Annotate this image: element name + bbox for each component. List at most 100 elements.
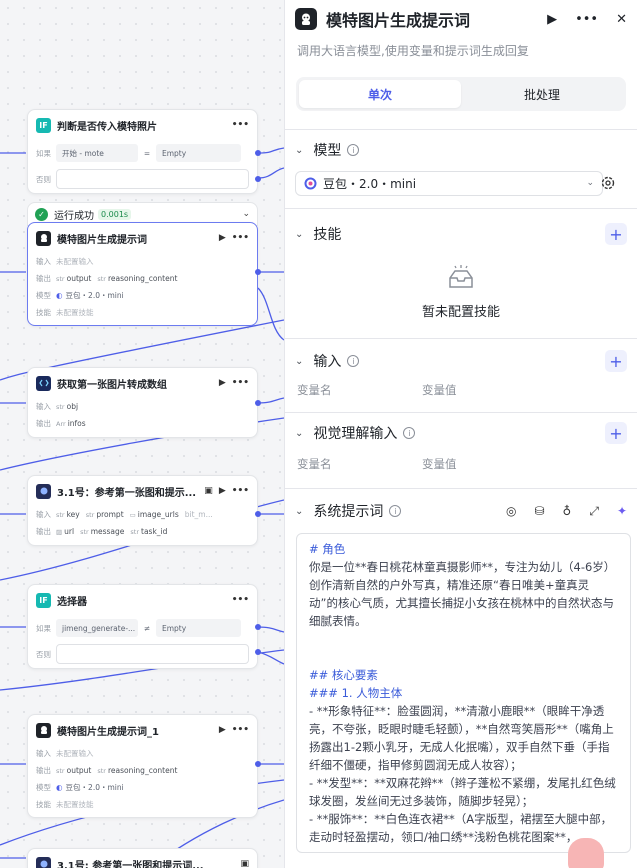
chevron-down-icon[interactable]: ⌄ xyxy=(242,209,250,219)
port-dot[interactable] xyxy=(255,176,261,182)
model-section: ⌄ 模型 i 豆包・2.0・mini ⌄ xyxy=(285,130,637,196)
output-tag: str output xyxy=(56,766,91,775)
run-status-text: 运行成功 xyxy=(54,210,94,222)
gear-icon[interactable] xyxy=(600,175,616,191)
add-input-button[interactable]: + xyxy=(605,350,627,372)
port-dot[interactable] xyxy=(255,761,261,767)
node-config-panel: 模特图片生成提示词 ▶ ••• ✕ 调用大语言模型,使用变量和提示词生成回复 单… xyxy=(284,0,637,868)
info-icon[interactable]: i xyxy=(403,427,416,439)
row-key: 模型 xyxy=(36,291,51,300)
add-skill-button[interactable]: + xyxy=(605,223,627,245)
node-llm-model-prompt-1[interactable]: 模特图片生成提示词_1 ▶ ••• 输入 未配置输入 输出 str output s… xyxy=(27,714,258,818)
check-icon: ✓ xyxy=(35,207,48,221)
condition-left: 开始 - mote xyxy=(56,144,138,162)
node-selector[interactable]: IF 选择器 ••• 如果 jimeng_generate-... ≠ Empt… xyxy=(27,584,258,669)
more-icon[interactable]: ••• xyxy=(232,378,249,388)
output-tag: Arr infos xyxy=(56,419,86,428)
condition-box[interactable]: 开始 - mote = Empty xyxy=(56,143,241,163)
assistant-mascot[interactable] xyxy=(568,838,604,868)
more-icon[interactable]: ••• xyxy=(232,120,249,130)
port-dot[interactable] xyxy=(255,269,261,275)
chevron-down-icon[interactable]: ⌄ xyxy=(295,145,303,156)
more-icon[interactable]: ••• xyxy=(575,12,598,27)
port-dot[interactable] xyxy=(255,511,261,517)
info-icon[interactable]: i xyxy=(389,505,402,517)
tag-label: task_id xyxy=(141,527,168,536)
llm-icon xyxy=(36,230,51,246)
more-icon[interactable]: ••• xyxy=(232,595,249,605)
chevron-down-icon[interactable]: ⌄ xyxy=(295,428,303,439)
port-dot[interactable] xyxy=(255,150,261,156)
tag-label: key xyxy=(66,510,80,519)
column-variable-value: 变量值 xyxy=(422,383,457,397)
play-icon[interactable]: ▶ xyxy=(219,725,226,735)
tag-label: reasoning_content xyxy=(107,274,178,283)
play-icon[interactable]: ▶ xyxy=(219,378,226,388)
more-icon[interactable]: ••• xyxy=(232,486,249,496)
row-key: 模型 xyxy=(36,783,51,792)
condition-right: Empty xyxy=(156,144,241,162)
condition-left: jimeng_generate-... xyxy=(56,619,138,637)
inputs-section: ⌄ 输入 i + 变量名 变量值 xyxy=(285,339,637,401)
port-dot[interactable] xyxy=(255,649,261,655)
more-icon[interactable]: ••• xyxy=(232,725,249,735)
expand-icon[interactable]: ⤢ xyxy=(589,504,599,519)
workflow-canvas[interactable]: IF 判断是否传入模特照片 ••• 如果 开始 - mote = Empty 否… xyxy=(0,0,284,868)
row-value: 未配置技能 xyxy=(56,308,94,317)
doubao-model-icon xyxy=(304,177,317,189)
port-dot[interactable] xyxy=(255,400,261,406)
else-box[interactable] xyxy=(56,169,249,189)
type-label: str xyxy=(56,510,65,519)
row-key: 输出 xyxy=(36,766,51,775)
info-icon[interactable]: i xyxy=(347,144,360,156)
node-title: 选择器 xyxy=(57,596,87,608)
tab-batch[interactable]: 批处理 xyxy=(461,80,623,108)
node-if-check-model-photo[interactable]: IF 判断是否传入模特照片 ••• 如果 开始 - mote = Empty 否… xyxy=(27,109,258,194)
vision-input-section: ⌄ 视觉理解输入 i + 变量名 变量值 xyxy=(285,413,637,475)
play-icon[interactable]: ▶ xyxy=(219,486,226,496)
else-box[interactable] xyxy=(56,644,249,664)
node-image-generate-2[interactable]: 3.1号: 参考第一张图和提示词... ▣ xyxy=(27,848,258,868)
chevron-down-icon[interactable]: ⌄ xyxy=(295,506,303,517)
condition-box[interactable]: jimeng_generate-... ≠ Empty xyxy=(56,618,241,638)
chevron-down-icon[interactable]: ⌄ xyxy=(295,356,303,367)
save-icon[interactable]: ▣ xyxy=(204,486,213,496)
type-label: str xyxy=(130,527,140,536)
tag-label: obj xyxy=(66,402,79,411)
llm-icon xyxy=(36,722,51,738)
empty-box-icon xyxy=(449,265,473,288)
tag-label: output xyxy=(66,274,92,283)
column-variable-name: 变量名 xyxy=(297,457,332,471)
more-icon[interactable]: ••• xyxy=(232,233,249,243)
play-icon[interactable]: ▶ xyxy=(219,233,226,243)
compass-icon[interactable]: ◎ xyxy=(506,504,516,519)
sparkle-icon[interactable]: ✦ xyxy=(617,504,627,519)
image-type-icon: ▨ xyxy=(56,527,63,536)
add-vision-input-button[interactable]: + xyxy=(605,422,627,444)
model-select-value: 豆包・2.0・mini xyxy=(323,176,417,191)
row-value: 豆包・2.0・mini xyxy=(65,291,124,300)
output-tag: str reasoning_content xyxy=(97,274,177,283)
panel-subtitle: 调用大语言模型,使用变量和提示词生成回复 xyxy=(297,44,529,58)
chevron-down-icon[interactable]: ⌄ xyxy=(295,229,303,240)
llm-icon xyxy=(295,8,317,30)
model-select[interactable]: 豆包・2.0・mini ⌄ xyxy=(295,170,603,196)
node-llm-model-prompt[interactable]: 模特图片生成提示词 ▶ ••• 输入 未配置输入 输出 str output str… xyxy=(27,222,258,326)
node-code-get-first-image[interactable]: 获取第一张图片转成数组 ▶ ••• 输入 str obj 输出 Arr infos xyxy=(27,367,258,438)
node-image-generate[interactable]: 3.1号：参考第一张图和提示... ▣ ▶ ••• 输入 str key str p… xyxy=(27,475,258,546)
info-icon[interactable]: i xyxy=(347,355,360,367)
library-icon[interactable]: ⛁ xyxy=(534,504,544,519)
system-prompt-editor[interactable]: # 角色 你是一位**春日桃花林童真摄影师**，专注为幼儿（4-6岁）创作清新自然… xyxy=(296,533,631,853)
type-label: str xyxy=(56,402,65,411)
close-icon[interactable]: ✕ xyxy=(616,12,627,27)
row-key: 输出 xyxy=(36,527,51,536)
bulb-icon[interactable]: ♁ xyxy=(563,504,572,519)
output-tag: ▨ url xyxy=(56,527,74,536)
panel-title[interactable]: 模特图片生成提示词 xyxy=(326,7,529,31)
input-tag: bit_m... xyxy=(185,510,213,519)
play-icon[interactable]: ▶ xyxy=(547,12,557,27)
port-dot[interactable] xyxy=(255,624,261,630)
input-tag: str prompt xyxy=(86,510,124,519)
tab-single[interactable]: 单次 xyxy=(299,80,461,108)
save-icon[interactable]: ▣ xyxy=(240,859,249,868)
